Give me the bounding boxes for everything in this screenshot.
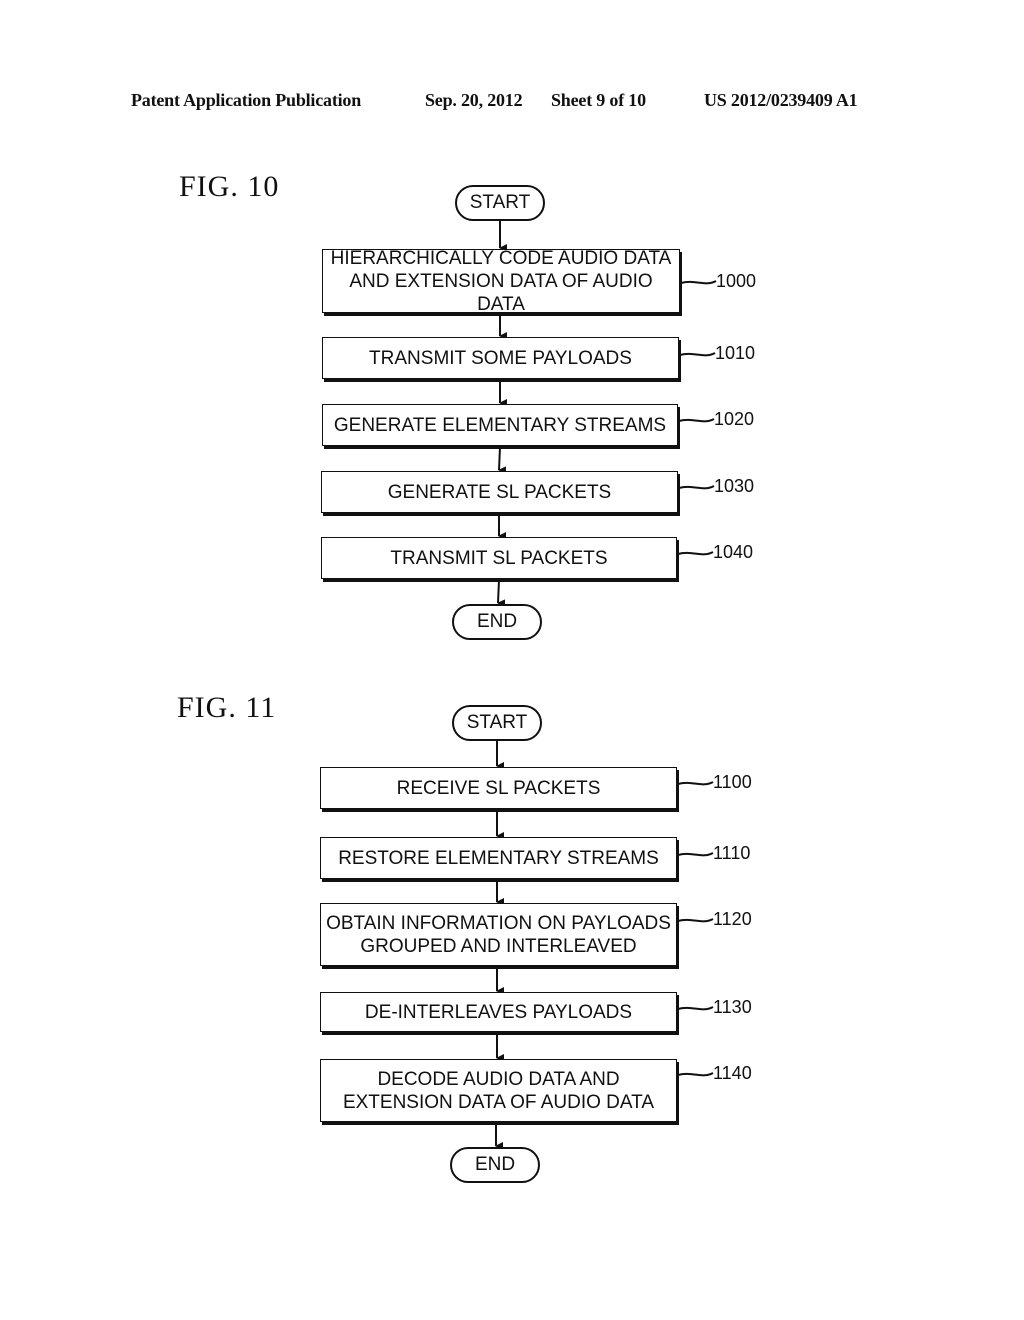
ref-1010: 1010 bbox=[715, 343, 756, 363]
ref-1110: 1110 bbox=[713, 843, 751, 863]
ref-1130: 1130 bbox=[713, 997, 752, 1017]
arrow-fig10-3 bbox=[498, 446, 507, 475]
ref-1100: 1100 bbox=[713, 772, 752, 792]
leader-1130 bbox=[677, 1006, 714, 1011]
step-text-line: RESTORE ELEMENTARY STREAMS bbox=[338, 847, 659, 869]
arrow-fig10-5 bbox=[497, 579, 506, 608]
leader-1010 bbox=[679, 352, 716, 357]
ref-1020: 1020 bbox=[714, 409, 755, 429]
figure-10-label: FIG. 10 bbox=[179, 170, 280, 203]
fig11-start-terminal: START bbox=[452, 705, 542, 741]
step-text-line: HIERARCHICALLY CODE AUDIO DATA bbox=[330, 247, 672, 269]
leader-1120 bbox=[677, 918, 714, 923]
figure-11-label: FIG. 11 bbox=[177, 691, 277, 724]
ref-1000: 1000 bbox=[716, 271, 757, 291]
step-text-line: TRANSMIT SOME PAYLOADS bbox=[369, 347, 632, 369]
step-text-line: OBTAIN INFORMATION ON PAYLOADS bbox=[326, 912, 671, 934]
leader-1030 bbox=[678, 485, 715, 490]
fig11-step-1110: RESTORE ELEMENTARY STREAMS bbox=[320, 837, 677, 879]
fig11-step-1130: DE-INTERLEAVES PAYLOADS bbox=[320, 992, 677, 1032]
leader-1020 bbox=[678, 418, 715, 423]
leader-1100 bbox=[677, 781, 714, 786]
fig11-end-terminal: END bbox=[450, 1147, 540, 1183]
leader-1040 bbox=[677, 551, 714, 556]
fig11-step-1100: RECEIVE SL PACKETS bbox=[320, 767, 677, 809]
fig11-step-1140: DECODE AUDIO DATA AND EXTENSION DATA OF … bbox=[320, 1059, 677, 1122]
step-text-line: DE-INTERLEAVES PAYLOADS bbox=[364, 1001, 633, 1023]
step-text-line: RECEIVE SL PACKETS bbox=[396, 777, 601, 799]
leader-1140 bbox=[677, 1072, 714, 1077]
step-text-line: TRANSMIT SL PACKETS bbox=[390, 547, 608, 569]
leader-1000 bbox=[680, 280, 717, 285]
fig10-step-1000: HIERARCHICALLY CODE AUDIO DATA AND EXTEN… bbox=[322, 247, 680, 315]
fig10-step-1030: GENERATE SL PACKETS bbox=[321, 471, 678, 513]
ref-1040: 1040 bbox=[713, 542, 754, 562]
fig11-step-1120: OBTAIN INFORMATION ON PAYLOADS GROUPED A… bbox=[320, 903, 677, 966]
ref-1030: 1030 bbox=[714, 476, 755, 496]
step-text-line: GROUPED AND INTERLEAVED bbox=[360, 935, 637, 957]
fig10-step-1020: GENERATE ELEMENTARY STREAMS bbox=[322, 404, 678, 446]
fig10-end-terminal: END bbox=[452, 604, 542, 640]
ref-1140: 1140 bbox=[713, 1063, 752, 1083]
fig10-start-terminal: START bbox=[455, 185, 545, 221]
leader-1110 bbox=[677, 852, 714, 857]
step-text-line: GENERATE ELEMENTARY STREAMS bbox=[333, 414, 667, 436]
fig10-step-1040: TRANSMIT SL PACKETS bbox=[321, 537, 677, 579]
step-text-line: GENERATE SL PACKETS bbox=[387, 481, 612, 503]
step-text-line: AND EXTENSION DATA OF AUDIO DATA bbox=[349, 270, 653, 315]
ref-1120: 1120 bbox=[713, 909, 752, 929]
fig10-step-1010: TRANSMIT SOME PAYLOADS bbox=[322, 337, 679, 379]
step-text-line: DECODE AUDIO DATA AND bbox=[377, 1068, 620, 1090]
step-text-line: EXTENSION DATA OF AUDIO DATA bbox=[342, 1091, 655, 1113]
